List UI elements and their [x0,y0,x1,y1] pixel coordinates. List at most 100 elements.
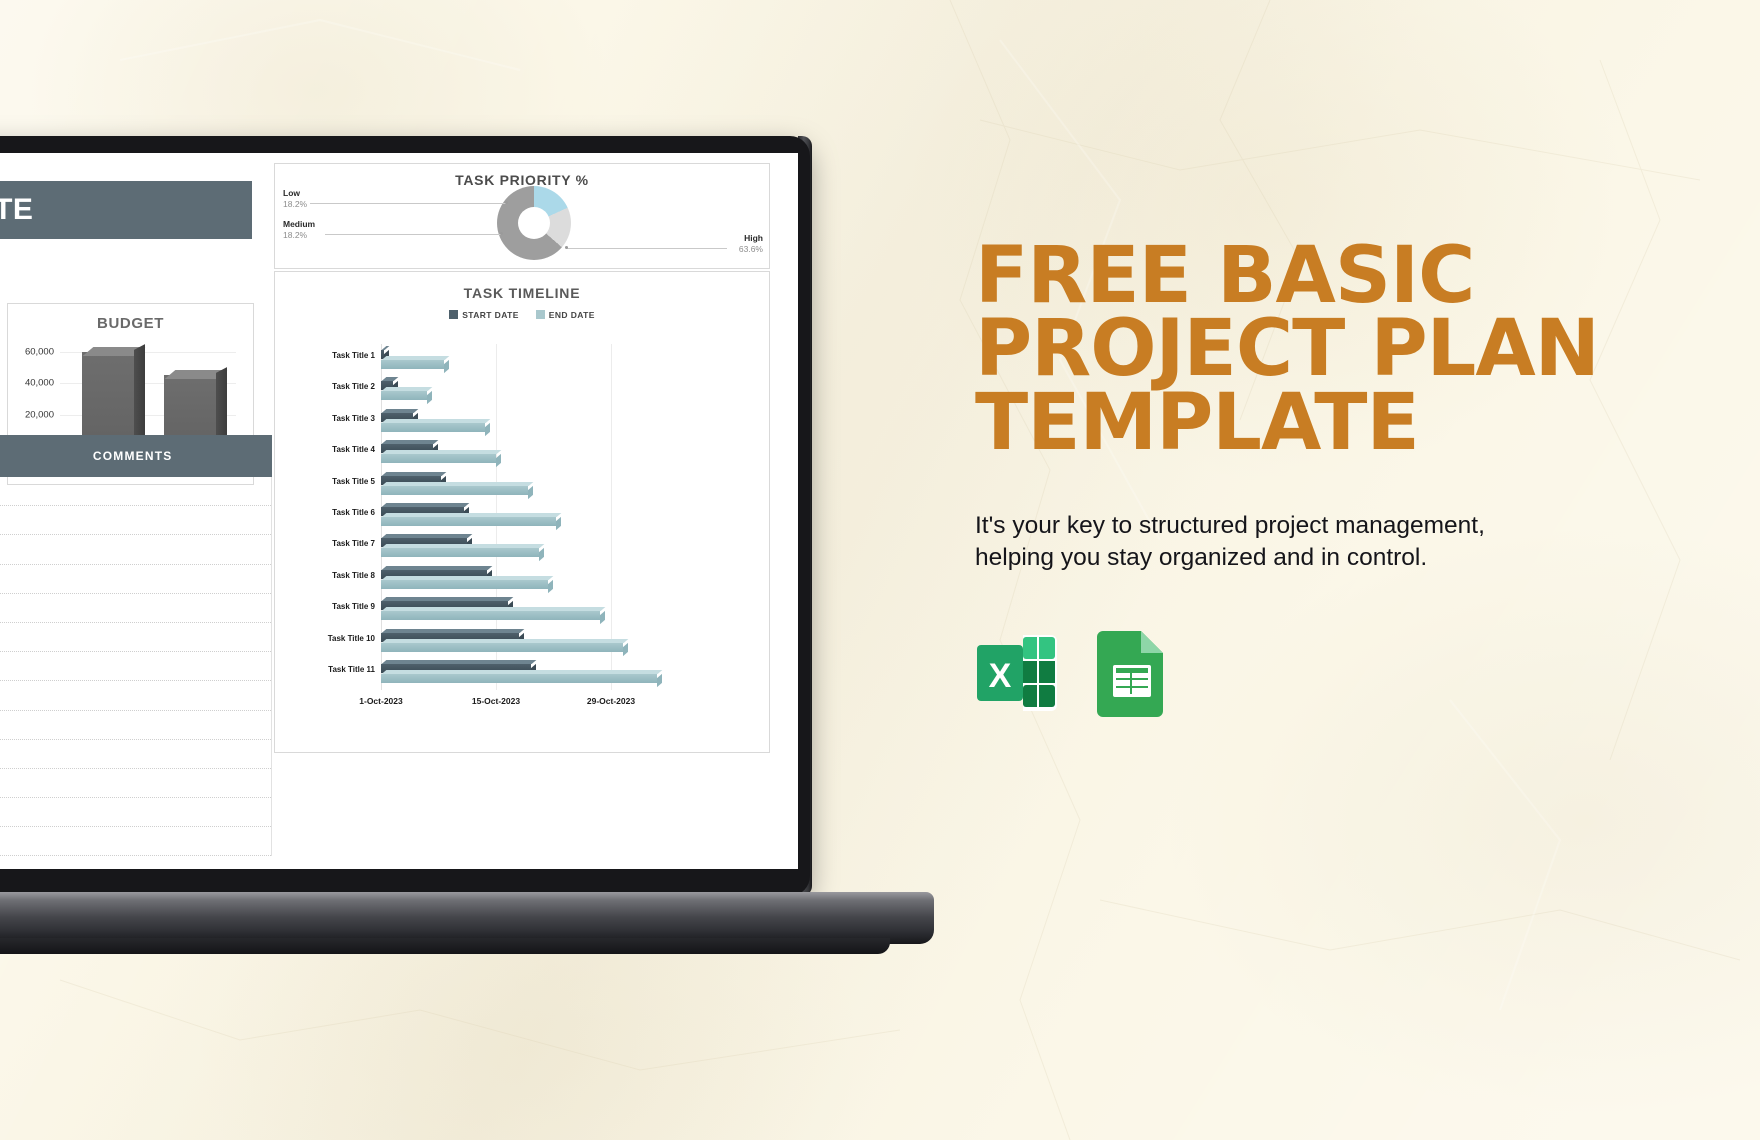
timeline-bar-end-date[interactable] [381,544,545,562]
leader-dot-high [565,246,568,249]
legend-item-start-date: START DATE [449,310,519,320]
promo-headline-line-2: PROJECT PLAN [975,304,1600,395]
timeline-bar-end-date[interactable] [381,387,433,405]
table-row: High [0,505,272,536]
legend-item-end-date: END DATE [535,310,595,320]
legend-swatch-start-date [449,310,459,319]
spreadsheet-canvas: TEMPLATE T: 1-Oct-2023 D: 8-Nov-2023 [0,153,798,869]
laptop-mockup: TEMPLATE T: 1-Oct-2023 D: 8-Nov-2023 [0,136,934,954]
budget-y-tick-label: 20,000 [24,409,54,421]
timeline-bar-end-date[interactable] [381,481,534,499]
budget-chart-plot: 60,00040,00020,0000PlannedActual [25,343,236,461]
laptop-foot [0,938,890,954]
timeline-bar-end-date[interactable] [381,575,554,593]
timeline-row: Task Title 1 [332,344,703,375]
leader-line-high [567,248,727,249]
task-cell-comments[interactable] [0,710,272,740]
laptop-screen-bezel: TEMPLATE T: 1-Oct-2023 D: 8-Nov-2023 [0,136,810,896]
laptop-screen: TEMPLATE T: 1-Oct-2023 D: 8-Nov-2023 [0,153,798,869]
table-row [0,797,272,828]
priority-label-medium-name: Medium [283,219,316,229]
timeline-task-label: Task Title 11 [328,665,375,675]
budget-chart-title: BUDGET [97,315,164,332]
priority-label-high-value: 63.6% [738,244,763,255]
sheet-title-banner: TEMPLATE [0,181,252,239]
promo-headline-line-3: TEMPLATE [975,377,1420,468]
table-row: Low [0,622,272,653]
task-cell-comments[interactable] [0,651,272,682]
timeline-row: Task Title 4 [332,438,703,469]
table-row: High [0,768,272,799]
task-cell-comments[interactable] [0,534,272,565]
timeline-task-label: Task Title 6 [332,507,375,517]
page-title: TEMPLATE [0,193,34,226]
timeline-bar-end-date[interactable] [381,670,663,688]
excel-icon-letter: X [989,657,1012,695]
task-cell-comments[interactable] [0,739,272,769]
task-cell-comments[interactable] [0,477,272,507]
task-detail-table: PRIORITY COMMENTS HighHighMediumLowHighL… [0,435,272,857]
timeline-x-tick-label: 15-Oct-2023 [471,696,521,706]
table-row: High [0,651,272,682]
priority-label-low: Low 18.2% [283,188,307,211]
timeline-bar-end-date[interactable] [381,355,450,373]
timeline-task-label: Task Title 2 [332,382,375,392]
promo-headline-line-1: FREE BASIC [975,231,1475,321]
timeline-bar-end-date[interactable] [381,607,605,625]
table-row: Low [0,564,272,594]
timeline-row: Task Title 2 [332,375,703,406]
timeline-bar-end-date[interactable] [381,512,562,531]
promo-subtext-line-2: helping you stay organized and in contro… [975,544,1428,572]
table-row: High [0,710,272,740]
timeline-legend: START DATE END DATE [275,310,769,320]
timeline-row: Task Title 9 [332,596,703,627]
task-table-body: HighHighMediumLowHighLowHighMediumHighHi… [0,477,272,857]
task-cell-comments[interactable] [0,680,272,711]
timeline-row: Task Title 10 [328,627,703,658]
legend-swatch-end-date [535,310,545,319]
timeline-bar-end-date[interactable] [381,638,628,656]
promo-block: FREE BASIC PROJECT PLAN TEMPLATE It's yo… [975,231,1715,719]
excel-file-icon[interactable]: X [975,627,1067,719]
timeline-row: Task Title 3 [332,407,703,438]
timeline-task-label: Task Title 1 [332,350,375,360]
budget-y-tick-label: 40,000 [24,377,54,389]
task-cell-comments[interactable] [0,622,272,653]
timeline-row: Task Title 11 [328,659,703,690]
timeline-x-tick-label: 1-Oct-2023 [359,696,403,706]
timeline-row: Task Title 6 [332,501,703,532]
timeline-x-tick-label: 29-Oct-2023 [586,696,636,706]
leader-dot-low [505,201,508,204]
promo-subtext: It's your key to structured project mana… [975,510,1715,575]
leader-dot-medium [500,232,503,235]
priority-label-medium: Medium 18.2% [283,219,315,242]
priority-chart-title: TASK PRIORITY % [455,172,589,188]
google-sheets-file-icon[interactable] [1093,627,1171,719]
laptop-base [0,892,934,944]
table-row [0,826,272,857]
task-timeline-chart-panel[interactable]: TASK TIMELINE START DATE END DATE 1-Oct-… [274,271,770,753]
task-cell-comments[interactable] [0,797,272,828]
task-cell-comments[interactable] [0,564,272,594]
task-cell-comments[interactable] [0,505,272,536]
timeline-bar-end-date[interactable] [381,418,490,436]
task-priority-chart-panel[interactable]: TASK PRIORITY % Low 18.2% Medium 18.2% H… [274,163,770,269]
timeline-task-label: Task Title 10 [327,633,375,643]
table-header-row: PRIORITY COMMENTS [0,435,272,477]
task-col-header-comments: COMMENTS [0,435,272,477]
budget-y-tick-label: 60,000 [24,346,54,358]
promo-headline: FREE BASIC PROJECT PLAN TEMPLATE [975,231,1715,468]
table-row: High [0,477,272,507]
task-cell-comments[interactable] [0,768,272,799]
timeline-bar-end-date[interactable] [381,450,502,468]
priority-label-low-value: 18.2% [283,199,308,210]
priority-label-high: High 63.6% [739,233,763,256]
timeline-task-label: Task Title 9 [332,602,375,612]
task-cell-comments[interactable] [0,826,272,857]
timeline-task-label: Task Title 3 [332,413,375,423]
table-row: High [0,593,272,623]
legend-label-end-date: END DATE [548,310,595,320]
table-row: Medium [0,680,272,711]
budget-bar[interactable] [82,343,146,446]
task-cell-comments[interactable] [0,593,272,623]
